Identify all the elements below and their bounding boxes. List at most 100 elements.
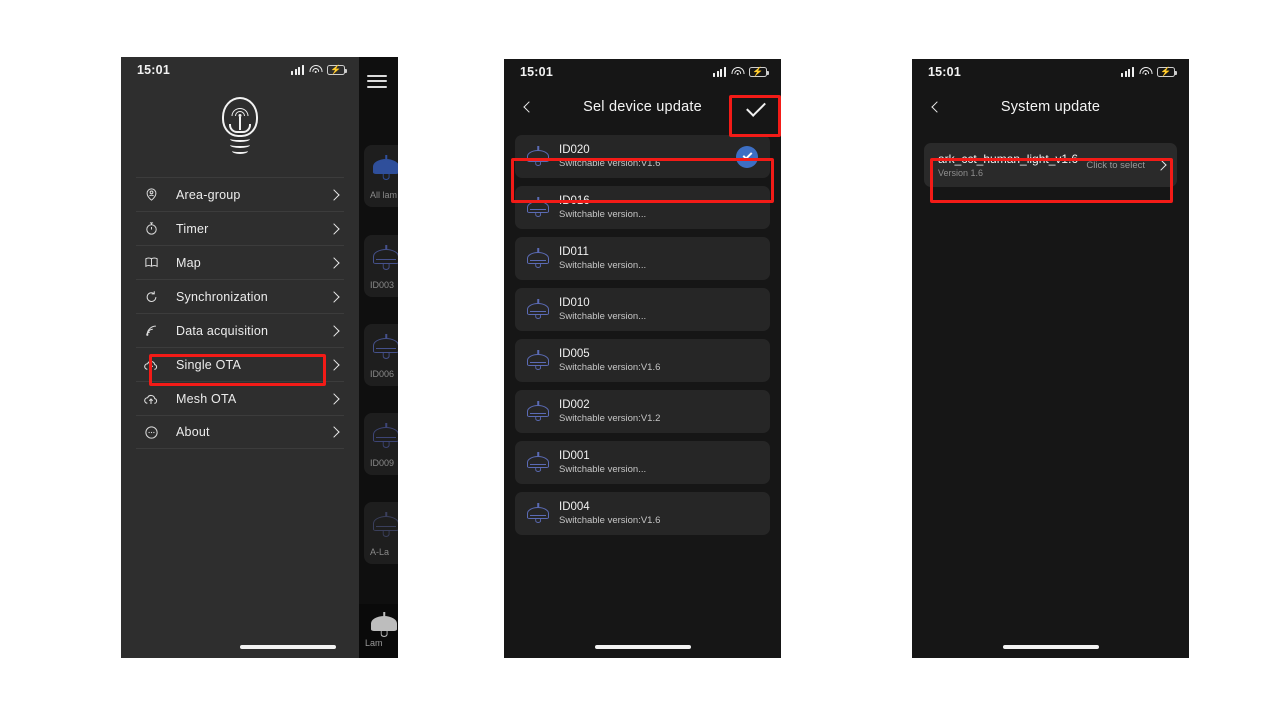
battery-charging-icon: ⚡: [327, 65, 348, 75]
menu-item-label: Area-group: [176, 187, 241, 202]
chevron-right-icon: [1155, 159, 1167, 171]
lamp-icon: [523, 298, 553, 321]
menu-item-label: Single OTA: [176, 357, 241, 372]
device-row-selected[interactable]: ID020 Switchable version:V1.6: [515, 135, 770, 178]
menu-item-timer[interactable]: Timer: [136, 211, 344, 245]
menu-item-label: Mesh OTA: [176, 391, 237, 406]
device-row[interactable]: ID002 Switchable version:V1.2: [515, 390, 770, 433]
page-title: System update: [1000, 99, 1101, 115]
data-acquisition-icon: [136, 323, 166, 338]
page-title: Sel device update: [583, 99, 702, 115]
status-clock: 15:01: [137, 63, 170, 77]
device-version: Switchable version...: [559, 464, 647, 475]
device-row[interactable]: ID005 Switchable version:V1.6: [515, 339, 770, 382]
menu-item-label: Timer: [176, 221, 209, 236]
device-row[interactable]: ID016 Switchable version...: [515, 186, 770, 229]
firmware-list: ark_cct_human_light_v1.6 Version 1.6 Cli…: [912, 129, 1189, 187]
menu-item-mesh-ota[interactable]: Mesh OTA: [136, 381, 344, 415]
lamp-icon: [373, 423, 398, 449]
device-info: ID020 Switchable version:V1.6: [553, 143, 736, 170]
chevron-right-icon: [328, 426, 340, 438]
device-name: ID004: [559, 501, 590, 513]
lamp-icon: [523, 247, 553, 270]
status-clock: 15:01: [520, 65, 553, 79]
menu-item-synchronization[interactable]: Synchronization: [136, 279, 344, 313]
lamp-icon: [523, 502, 553, 525]
timer-icon: [136, 221, 166, 236]
area-group-icon: [136, 187, 166, 202]
phone-screen-menu: All lam ID003 ID006 ID009 A-La Lam 15:01…: [121, 57, 398, 658]
menu-item-label: Data acquisition: [176, 323, 269, 338]
device-name: ID002: [559, 399, 590, 411]
chevron-right-icon: [328, 188, 340, 201]
strip-card-label: ID006: [370, 369, 395, 379]
cloud-upload-icon: [136, 391, 166, 407]
strip-bottom-card[interactable]: Lam: [359, 604, 398, 658]
settings-drawer: 15:01 ⚡ Area-group Timer Map Synchroniza…: [121, 57, 359, 658]
device-info: ID005 Switchable version:V1.6: [553, 347, 758, 374]
device-version: Switchable version:V1.6: [559, 362, 661, 373]
device-info: ID011 Switchable version...: [553, 245, 758, 272]
lamp-icon: [523, 451, 553, 474]
device-info: ID004 Switchable version:V1.6: [553, 500, 758, 527]
device-name: ID020: [559, 144, 590, 156]
phone-screen-select-device: 15:01 ⚡ Sel device update ID020 Switchab…: [504, 59, 781, 658]
device-row[interactable]: ID011 Switchable version...: [515, 237, 770, 280]
home-indicator: [594, 645, 691, 649]
background-device-strip: All lam ID003 ID006 ID009 A-La Lam: [359, 57, 398, 658]
strip-card-label: A-La: [370, 547, 390, 557]
strip-card-1[interactable]: ID003: [364, 235, 398, 297]
signal-bars-icon: [1121, 67, 1134, 77]
selected-check-icon[interactable]: [736, 145, 758, 168]
device-version: Switchable version:V1.2: [559, 413, 661, 424]
device-name: ID005: [559, 348, 590, 360]
menu-item-single-ota[interactable]: Single OTA: [136, 347, 344, 381]
strip-card-4[interactable]: A-La: [364, 502, 398, 564]
device-info: ID010 Switchable version...: [553, 296, 758, 323]
battery-charging-icon: ⚡: [1157, 67, 1178, 77]
status-bar: 15:01 ⚡: [504, 59, 781, 85]
firmware-action-hint: Click to select: [1086, 159, 1145, 171]
device-row[interactable]: ID001 Switchable version...: [515, 441, 770, 484]
menu-item-area-group[interactable]: Area-group: [136, 177, 344, 211]
menu-item-label: Map: [176, 255, 201, 270]
phone-screen-system-update: 15:01 ⚡ System update ark_cct_human_ligh…: [912, 59, 1189, 658]
firmware-info: ark_cct_human_light_v1.6 Version 1.6: [938, 152, 1086, 179]
hamburger-menu-icon[interactable]: [367, 71, 387, 91]
nav-bar: Sel device update: [504, 85, 781, 129]
device-version: Switchable version...: [559, 209, 647, 220]
map-icon: [136, 255, 166, 270]
status-clock: 15:01: [928, 65, 961, 79]
lamp-icon: [373, 512, 398, 538]
device-info: ID016 Switchable version...: [553, 194, 758, 221]
lamp-icon: [523, 196, 553, 219]
strip-card-0[interactable]: All lam: [364, 145, 398, 207]
menu-item-label: Synchronization: [176, 289, 268, 304]
firmware-row[interactable]: ark_cct_human_light_v1.6 Version 1.6 Cli…: [924, 143, 1177, 187]
device-row[interactable]: ID010 Switchable version...: [515, 288, 770, 331]
strip-card-3[interactable]: ID009: [364, 413, 398, 475]
device-version: Switchable version...: [559, 260, 647, 271]
chevron-right-icon: [328, 358, 340, 371]
chevron-right-icon: [328, 290, 340, 303]
cloud-upload-icon: [136, 357, 166, 373]
strip-card-label: All lam: [370, 190, 398, 200]
about-icon: [136, 425, 166, 440]
device-info: ID001 Switchable version...: [553, 449, 758, 476]
device-name: ID010: [559, 297, 590, 309]
menu-item-map[interactable]: Map: [136, 245, 344, 279]
lamp-icon: [523, 400, 553, 423]
signal-bars-icon: [291, 65, 304, 75]
strip-card-2[interactable]: ID006: [364, 324, 398, 386]
device-name: ID001: [559, 450, 590, 462]
firmware-file-name: ark_cct_human_light_v1.6: [938, 151, 1079, 166]
device-row[interactable]: ID004 Switchable version:V1.6: [515, 492, 770, 535]
status-icons: ⚡: [1121, 67, 1178, 77]
settings-menu: Area-group Timer Map Synchronization Dat…: [136, 177, 344, 449]
menu-item-data-acquisition[interactable]: Data acquisition: [136, 313, 344, 347]
device-list: ID020 Switchable version:V1.6 ID016 Swit…: [504, 129, 781, 535]
status-bar: 15:01 ⚡: [912, 59, 1189, 85]
sync-icon: [136, 289, 166, 304]
device-version: Switchable version:V1.6: [559, 158, 661, 169]
menu-item-about[interactable]: About: [136, 415, 344, 449]
